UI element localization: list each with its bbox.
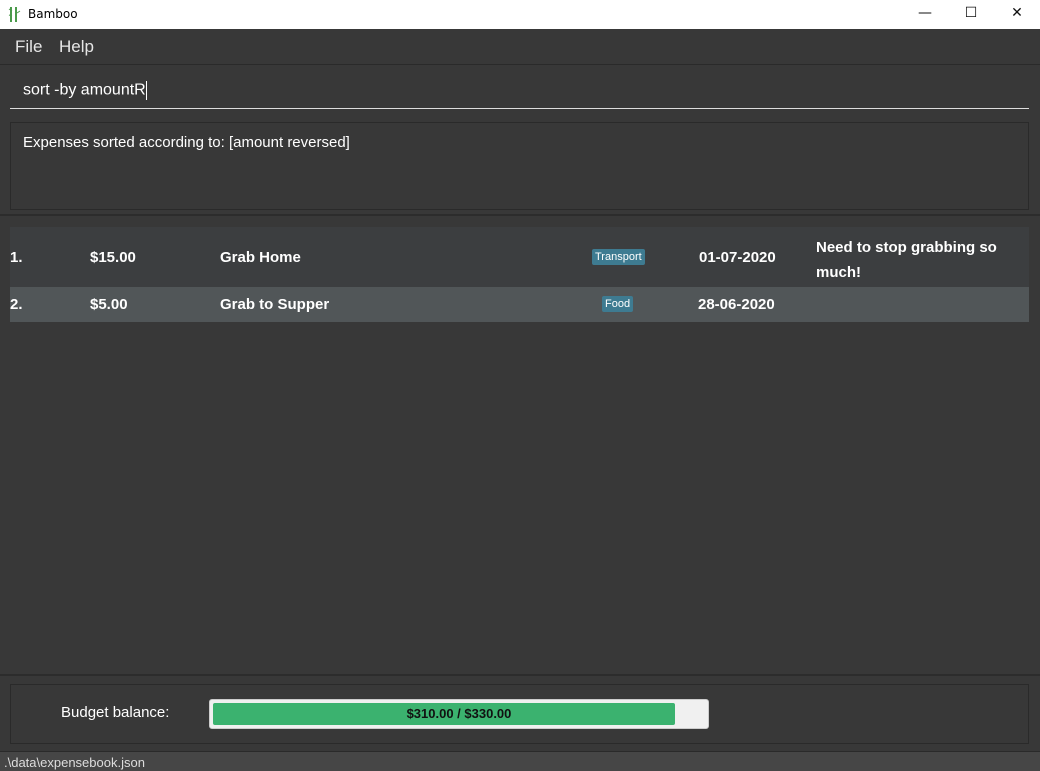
expense-row-selected[interactable]: 2. $5.00 Grab to Supper Food 28-06-2020 [10,287,1029,322]
status-file-path: .\data\expensebook.json [4,755,145,770]
maximize-button[interactable]: ☐ [948,0,994,29]
expense-amount: $5.00 [90,296,128,313]
status-bar: .\data\expensebook.json [0,751,1040,771]
divider [0,674,1040,676]
bamboo-logo-icon [8,7,21,22]
menu-bar: File Help [0,29,1040,65]
window-title: Bamboo [28,7,78,21]
command-input[interactable]: sort -by amountR [10,73,1029,109]
minimize-button[interactable]: — [902,0,948,29]
expense-amount: $15.00 [90,249,136,266]
text-caret [145,81,147,100]
budget-progress-bar: $310.00 / $330.00 [209,699,709,729]
expense-list[interactable]: 1. $15.00 Grab Home Transport 01-07-2020… [10,227,1029,322]
expense-description: Grab to Supper [220,296,330,313]
expense-remark: Need to stop grabbing so much! [816,239,997,281]
expense-tag: Food [602,296,634,312]
close-button[interactable]: ✕ [994,0,1040,29]
title-bar: Bamboo — ☐ ✕ [0,0,1040,29]
result-text: Expenses sorted according to: [amount re… [23,134,350,151]
expense-row[interactable]: 1. $15.00 Grab Home Transport 01-07-2020… [10,227,1029,287]
result-display: Expenses sorted according to: [amount re… [10,122,1029,210]
expense-index: 1. [10,249,23,266]
menu-help[interactable]: Help [59,37,94,57]
expense-date: 28-06-2020 [698,296,775,313]
command-text: sort -by amountR [23,81,146,99]
budget-label: Budget balance: [61,704,170,721]
budget-panel: Budget balance: $310.00 / $330.00 [10,684,1029,744]
expense-tag: Transport [592,249,645,265]
menu-file[interactable]: File [15,37,42,57]
expense-date: 01-07-2020 [699,249,776,266]
expense-description: Grab Home [220,249,301,266]
expense-index: 2. [10,296,23,313]
budget-progress-text: $310.00 / $330.00 [406,706,512,721]
divider [0,214,1040,216]
